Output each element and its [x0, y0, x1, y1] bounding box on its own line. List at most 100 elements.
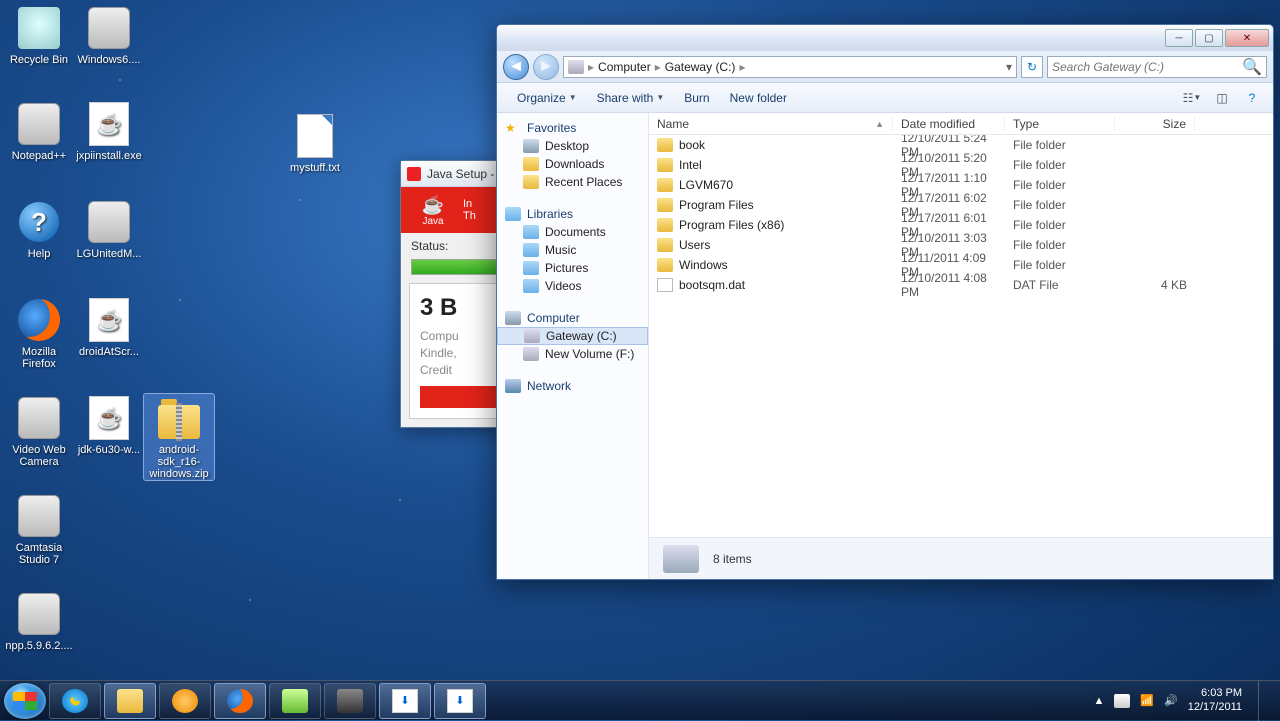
taskbar[interactable]: ⬇ ⬇ ▲ 📶 🔊 6:03 PM 12/17/2011: [0, 680, 1280, 720]
desktop-icon-lgunitedm-[interactable]: LGUnitedM...: [74, 198, 144, 260]
search-input[interactable]: [1052, 60, 1242, 74]
desktop-icon-label: Video Web Camera: [4, 444, 74, 468]
breadcrumb-drive[interactable]: Gateway (C:): [665, 60, 736, 74]
desktop-icon-npp-5-9-6-2-[interactable]: npp.5.9.6.2....: [4, 590, 74, 652]
desktop-icon-droidatscr-[interactable]: ☕droidAtScr...: [74, 296, 144, 358]
java-icon: ☕: [85, 394, 133, 442]
clock-date: 12/17/2011: [1188, 701, 1242, 714]
desktop-icon-label: Help: [4, 248, 74, 260]
show-desktop-button[interactable]: [1258, 681, 1270, 721]
explorer-window[interactable]: ─ ▢ ✕ ◄ ► ▸ Computer ▸ Gateway (C:) ▸ ▾ …: [496, 24, 1274, 580]
search-box[interactable]: 🔍: [1047, 56, 1267, 78]
nav-music[interactable]: Music: [497, 241, 648, 259]
clock[interactable]: 6:03 PM 12/17/2011: [1188, 687, 1242, 713]
desktop-icon-label: Recycle Bin: [4, 54, 74, 66]
refresh-button[interactable]: ↻: [1021, 56, 1043, 78]
volume-icon[interactable]: 🔊: [1164, 694, 1178, 707]
desktop-icon: [523, 139, 539, 153]
preview-pane-button[interactable]: ◫: [1211, 88, 1233, 108]
explorer-titlebar[interactable]: ─ ▢ ✕: [497, 25, 1273, 51]
network-icon[interactable]: 📶: [1140, 694, 1154, 707]
view-options-button[interactable]: ☷▼: [1181, 88, 1203, 108]
desktop-icon-label: LGUnitedM...: [74, 248, 144, 260]
forward-button[interactable]: ►: [533, 54, 559, 80]
navigation-pane[interactable]: ★Favorites Desktop Downloads Recent Plac…: [497, 113, 649, 579]
folder-icon: [657, 218, 673, 232]
new-folder-button[interactable]: New folder: [720, 91, 797, 105]
nav-new-volume-f[interactable]: New Volume (F:): [497, 345, 648, 363]
taskbar-java-installer[interactable]: ⬇: [379, 683, 431, 719]
nav-libraries[interactable]: Libraries: [497, 205, 648, 223]
close-button[interactable]: ✕: [1225, 29, 1269, 47]
desktop-icon-jdk-6u30-w-[interactable]: ☕ jdk-6u30-w...: [74, 394, 144, 456]
nav-pictures[interactable]: Pictures: [497, 259, 648, 277]
back-button[interactable]: ◄: [503, 54, 529, 80]
desktop-icon-jxpiinstall-exe[interactable]: ☕jxpiinstall.exe: [74, 100, 144, 162]
share-with-menu[interactable]: Share with▼: [587, 91, 675, 105]
minimize-button[interactable]: ─: [1165, 29, 1193, 47]
desktop-icon-label: npp.5.9.6.2....: [4, 640, 74, 652]
start-button[interactable]: [4, 683, 46, 719]
organize-menu[interactable]: Organize▼: [507, 91, 587, 105]
taskbar-explorer[interactable]: [104, 683, 156, 719]
file-type: File folder: [1005, 138, 1115, 152]
file-name: bootsqm.dat: [679, 278, 745, 292]
desktop-icon-android-sdk-r16-windows-zip[interactable]: android-sdk_r16-windows.zip: [144, 394, 214, 480]
nav-computer[interactable]: Computer: [497, 309, 648, 327]
desktop-icon-recycle-bin[interactable]: Recycle Bin: [4, 4, 74, 66]
desktop-icon-label: jdk-6u30-w...: [74, 444, 144, 456]
action-center-icon[interactable]: [1114, 694, 1130, 708]
col-name[interactable]: Name▲: [649, 117, 893, 131]
nav-recent-places[interactable]: Recent Places: [497, 173, 648, 191]
desktop-icon-video-web-camera[interactable]: Video Web Camera: [4, 394, 74, 468]
taskbar-ie[interactable]: [49, 683, 101, 719]
java-title-icon: [407, 167, 421, 181]
taskbar-notepad[interactable]: [269, 683, 321, 719]
app-icon: [85, 198, 133, 246]
desktop-icon-label: Notepad++: [4, 150, 74, 162]
column-headers[interactable]: Name▲ Date modified Type Size: [649, 113, 1273, 135]
breadcrumb-dropdown-icon[interactable]: ▾: [1006, 60, 1012, 74]
app-icon: [85, 4, 133, 52]
java-title-text: Java Setup -: [427, 167, 494, 181]
network-icon: [505, 379, 521, 393]
installer-icon: ⬇: [447, 689, 473, 713]
nav-desktop[interactable]: Desktop: [497, 137, 648, 155]
burn-button[interactable]: Burn: [674, 91, 719, 105]
maximize-button[interactable]: ▢: [1195, 29, 1223, 47]
col-type[interactable]: Type: [1005, 117, 1115, 131]
nav-documents[interactable]: Documents: [497, 223, 648, 241]
show-hidden-icons[interactable]: ▲: [1093, 695, 1104, 707]
desktop-icon-help[interactable]: ? Help: [4, 198, 74, 260]
nav-videos[interactable]: Videos: [497, 277, 648, 295]
file-name: Intel: [679, 158, 702, 172]
help-button[interactable]: ?: [1241, 88, 1263, 108]
desktop-icon-mystuff-txt[interactable]: mystuff.txt: [280, 112, 350, 174]
nav-gateway-c[interactable]: Gateway (C:): [497, 327, 648, 345]
breadcrumb-computer[interactable]: Computer: [598, 60, 651, 74]
nav-network[interactable]: Network: [497, 377, 648, 395]
firefox-icon: [227, 689, 253, 713]
file-date: 12/10/2011 4:08 PM: [893, 271, 1005, 299]
nav-downloads[interactable]: Downloads: [497, 155, 648, 173]
java-icon: ☕: [85, 100, 133, 148]
desktop-icon-mozilla-firefox[interactable]: Mozilla Firefox: [4, 296, 74, 370]
file-row[interactable]: bootsqm.dat12/10/2011 4:08 PMDAT File4 K…: [649, 275, 1273, 295]
col-date[interactable]: Date modified: [893, 117, 1005, 131]
nav-favorites[interactable]: ★Favorites: [497, 119, 648, 137]
breadcrumb[interactable]: ▸ Computer ▸ Gateway (C:) ▸ ▾: [563, 56, 1017, 78]
desktop-icon-windows6-[interactable]: Windows6....: [74, 4, 144, 66]
java-icon: ☕: [85, 296, 133, 344]
desktop-icon-label: Camtasia Studio 7: [4, 542, 74, 566]
desktop-icon-camtasia-studio-7[interactable]: Camtasia Studio 7: [4, 492, 74, 566]
taskbar-media-player[interactable]: [159, 683, 211, 719]
explorer-toolbar: Organize▼ Share with▼ Burn New folder ☷▼…: [497, 83, 1273, 113]
desktop-icon-notepad-[interactable]: Notepad++: [4, 100, 74, 162]
taskbar-firefox[interactable]: [214, 683, 266, 719]
help-icon: ?: [15, 198, 63, 246]
system-tray[interactable]: ▲ 📶 🔊 6:03 PM 12/17/2011: [1093, 681, 1276, 721]
col-size[interactable]: Size: [1115, 117, 1195, 131]
file-name: Users: [679, 238, 710, 252]
taskbar-java-installer-2[interactable]: ⬇: [434, 683, 486, 719]
taskbar-camera[interactable]: [324, 683, 376, 719]
